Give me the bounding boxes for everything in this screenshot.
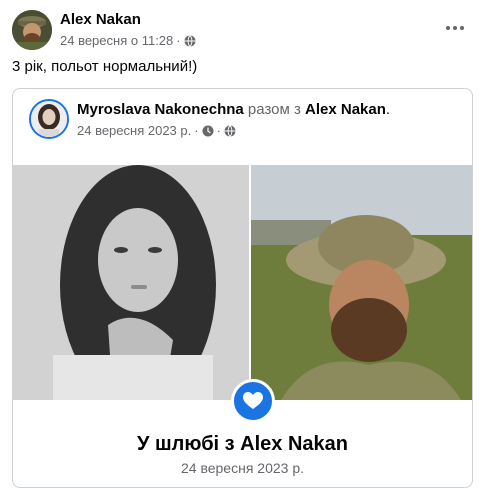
post-header: Alex Nakan 24 вересня о 11:28 · <box>12 8 473 52</box>
shared-avatar-image <box>31 101 67 137</box>
shared-post-header: Myroslava Nakonechna разом з Alex Nakan.… <box>13 89 472 161</box>
shared-meta: 24 вересня 2023 р. · · <box>77 123 236 138</box>
meta-separator: · <box>194 123 199 138</box>
shared-post-card[interactable]: Myroslava Nakonechna разом з Alex Nakan.… <box>12 88 473 488</box>
punctuation: . <box>385 101 391 118</box>
heart-icon <box>243 392 263 409</box>
dot-icon <box>460 26 464 30</box>
woman-portrait-photo[interactable] <box>13 165 249 400</box>
selfie-image <box>251 165 472 400</box>
life-event-title[interactable]: У шлюбі з Alex Nakan <box>13 433 472 456</box>
shared-date[interactable]: 24 вересня 2023 р. <box>77 123 191 138</box>
avatar[interactable] <box>12 10 52 50</box>
avatar-image <box>12 10 52 50</box>
globe-icon[interactable] <box>224 124 236 137</box>
meta-separator: · <box>176 33 181 48</box>
shared-author-avatar[interactable] <box>29 99 69 139</box>
post-text: 3 рік, польот нормальний!) <box>12 58 198 75</box>
tagged-partner-name[interactable]: Alex Nakan <box>305 101 386 118</box>
man-selfie-photo[interactable] <box>251 165 472 400</box>
life-event-badge <box>231 379 275 423</box>
dot-icon <box>453 26 457 30</box>
author-name[interactable]: Alex Nakan <box>60 11 141 28</box>
meta-separator: · <box>216 123 221 138</box>
with-text: разом з <box>247 101 301 118</box>
shared-author-name[interactable]: Myroslava Nakonechna <box>77 101 244 118</box>
clock-icon <box>202 125 214 136</box>
shared-author-line: Myroslava Nakonechna разом з Alex Nakan. <box>77 101 390 118</box>
more-options-button[interactable] <box>437 10 473 46</box>
dot-icon <box>446 26 450 30</box>
globe-icon[interactable] <box>184 34 196 47</box>
couple-photos <box>13 165 472 400</box>
post-meta: 24 вересня о 11:28 · <box>60 33 196 48</box>
post-date[interactable]: 24 вересня о 11:28 <box>60 33 173 48</box>
portrait-image <box>13 165 249 400</box>
life-event-date: 24 вересня 2023 р. <box>180 460 304 476</box>
